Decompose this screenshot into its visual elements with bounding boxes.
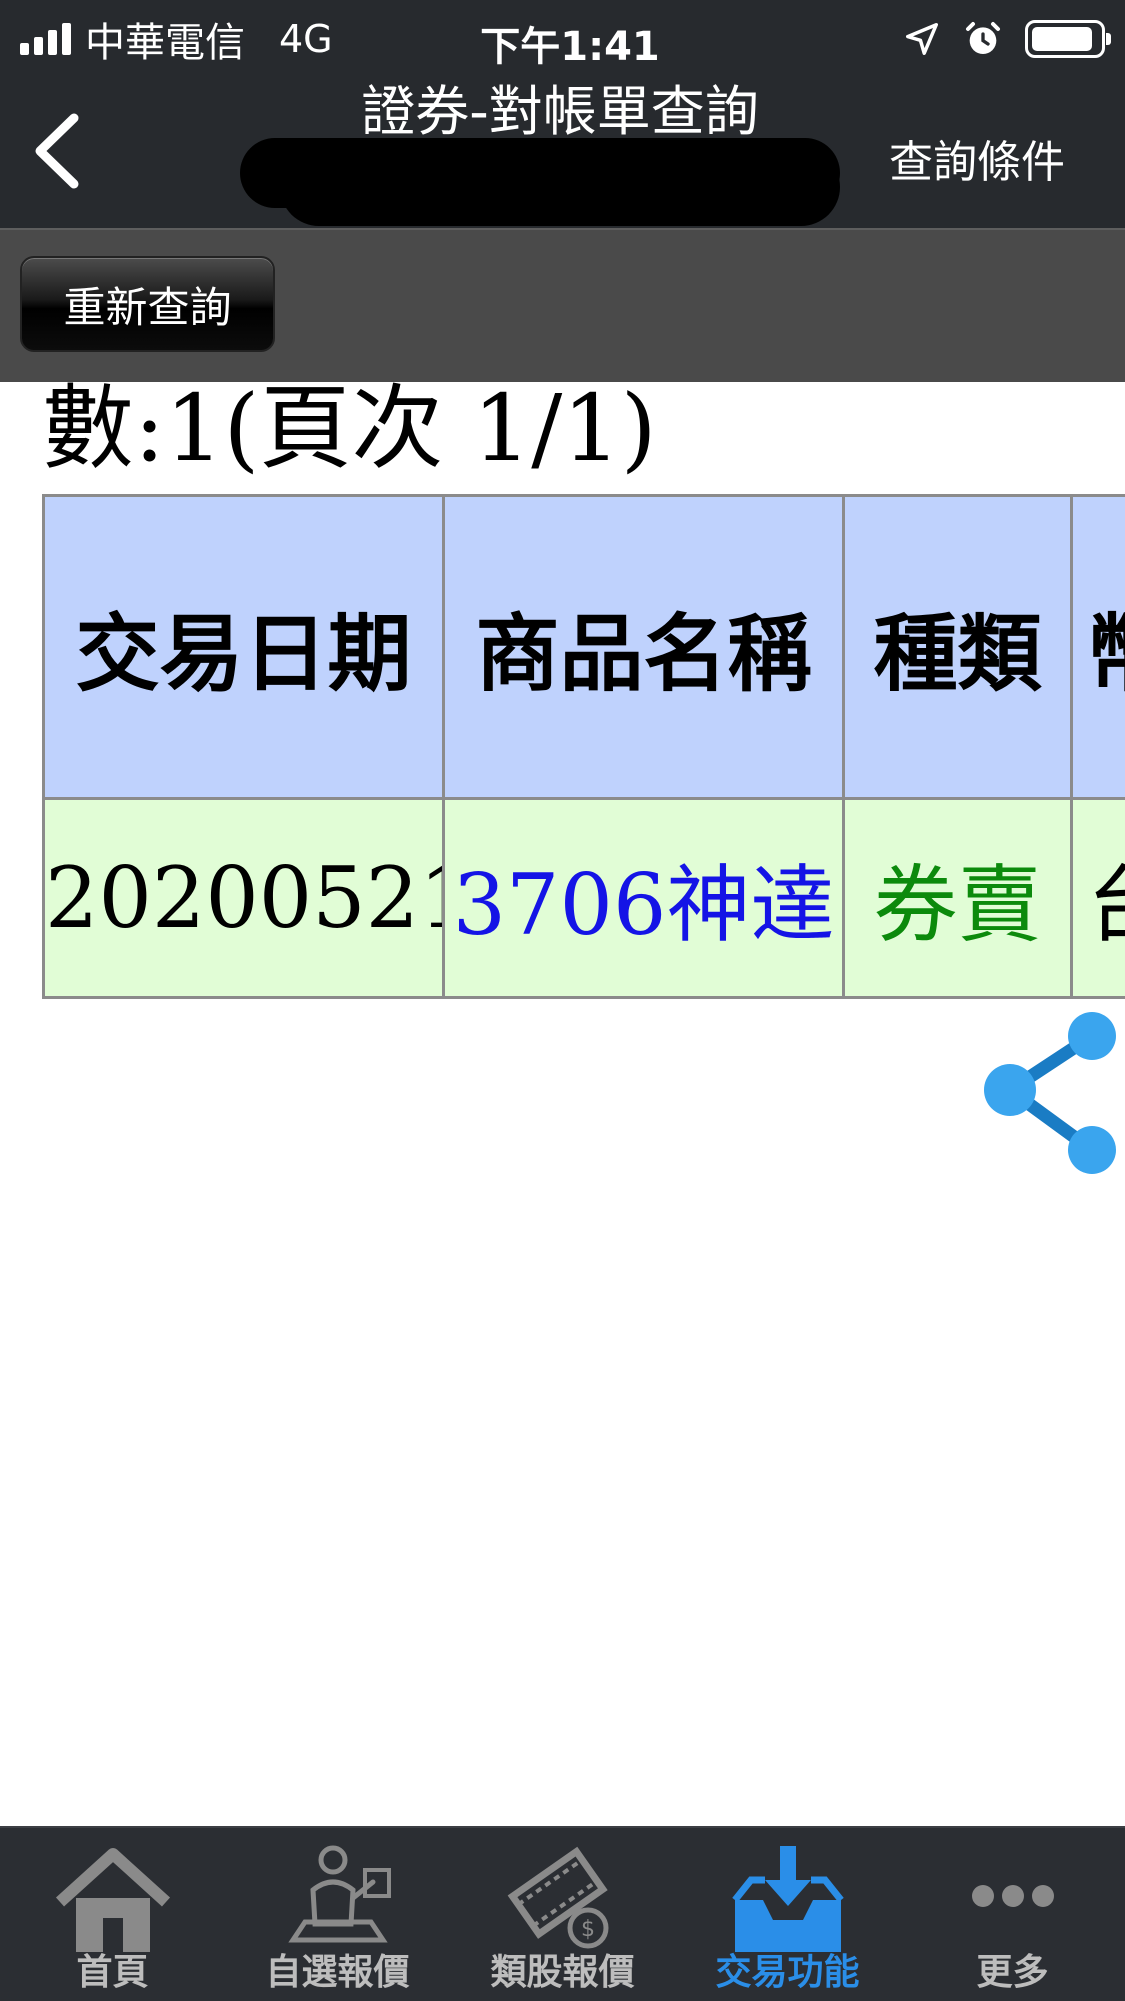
header-product-name: 商品名稱 [442, 494, 845, 800]
redacted-account-mark [280, 148, 840, 226]
tab-bar: 首頁 自選報價 $ 類股報價 交易功能 更多 [0, 1826, 1125, 2001]
cell-product-name[interactable]: 3706神達 [442, 797, 845, 999]
tab-label: 首頁 [76, 1952, 149, 1993]
table-row[interactable]: 20200521 3706神達 券賣 台 [42, 797, 1125, 999]
tab-label: 自選報價 [265, 1952, 410, 1993]
inbox-download-icon [731, 1846, 844, 1952]
record-count: 數:1(頁次 1/1) [42, 375, 657, 482]
requery-button[interactable]: 重新查詢 [20, 256, 275, 352]
statement-table: 交易日期 商品名稱 種類 幣 20200521 3706神達 券賣 台 [42, 494, 1125, 999]
header-type: 種類 [842, 494, 1073, 800]
tab-more[interactable]: 更多 [900, 1828, 1125, 2001]
tab-trading[interactable]: 交易功能 [675, 1828, 900, 2001]
nav-bar: 證券-對帳單查詢 查詢條件 [0, 78, 1125, 228]
chevron-left-icon[interactable] [22, 106, 92, 196]
tab-sector-quotes[interactable]: $ 類股報價 [450, 1828, 675, 2001]
header-trade-date: 交易日期 [42, 494, 445, 800]
header-currency: 幣 [1070, 494, 1125, 800]
person-chart-icon [287, 1845, 391, 1943]
cell-type: 券賣 [842, 797, 1073, 999]
location-arrow-icon [906, 23, 938, 55]
svg-text:$: $ [581, 1917, 595, 1942]
share-icon[interactable] [966, 1010, 1125, 1180]
tab-label: 更多 [976, 1952, 1049, 1993]
tab-label: 類股報價 [490, 1952, 635, 1993]
home-icon [55, 1848, 170, 1952]
alarm-icon [966, 22, 1000, 54]
status-bar: 中華電信 4G 下午1:41 [0, 0, 1125, 78]
film-coin-icon: $ [507, 1846, 608, 1949]
cell-currency: 台 [1070, 797, 1125, 999]
tab-watchlist[interactable]: 自選報價 [225, 1828, 450, 2001]
cell-trade-date: 20200521 [42, 797, 445, 999]
page-title: 證券-對帳單查詢 [361, 80, 759, 143]
battery-icon [1025, 20, 1111, 58]
toolbar: 重新查詢 [0, 228, 1125, 382]
status-right [903, 14, 1111, 64]
more-dots-icon [971, 1885, 1054, 1907]
query-conditions-button[interactable]: 查詢條件 [889, 126, 1065, 190]
tab-label: 交易功能 [715, 1952, 860, 1993]
tab-home[interactable]: 首頁 [0, 1828, 225, 2001]
table-header-row: 交易日期 商品名稱 種類 幣 [42, 494, 1125, 800]
